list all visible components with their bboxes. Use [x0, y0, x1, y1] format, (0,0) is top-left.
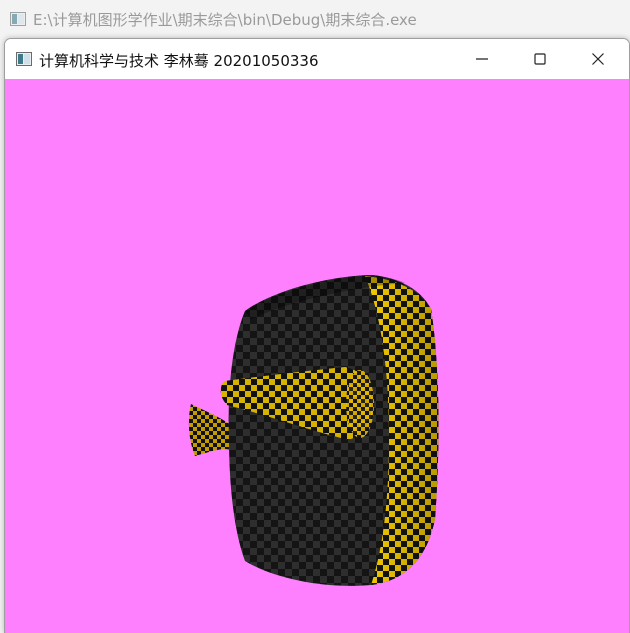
maximize-button[interactable] [511, 39, 569, 79]
minimize-icon [476, 58, 488, 60]
window-title: 计算机科学与技术 李林蓦 20201050336 [39, 52, 319, 70]
console-title-bar[interactable]: E:\计算机图形学作业\期末综合\bin\Debug\期末综合.exe [0, 0, 630, 38]
console-window-title: E:\计算机图形学作业\期末综合\bin\Debug\期末综合.exe [33, 11, 417, 29]
window-title-bar[interactable]: 计算机科学与技术 李林蓦 20201050336 [5, 39, 629, 79]
maximize-icon [534, 53, 546, 65]
console-app-icon [10, 12, 26, 26]
opengl-render-area[interactable] [5, 79, 629, 633]
opengl-window: 计算机科学与技术 李林蓦 20201050336 [4, 38, 630, 633]
opengl-app-icon [16, 52, 32, 66]
minimize-button[interactable] [453, 39, 511, 79]
teapot-render [188, 275, 439, 586]
close-button[interactable] [569, 39, 627, 79]
close-icon [592, 53, 604, 65]
